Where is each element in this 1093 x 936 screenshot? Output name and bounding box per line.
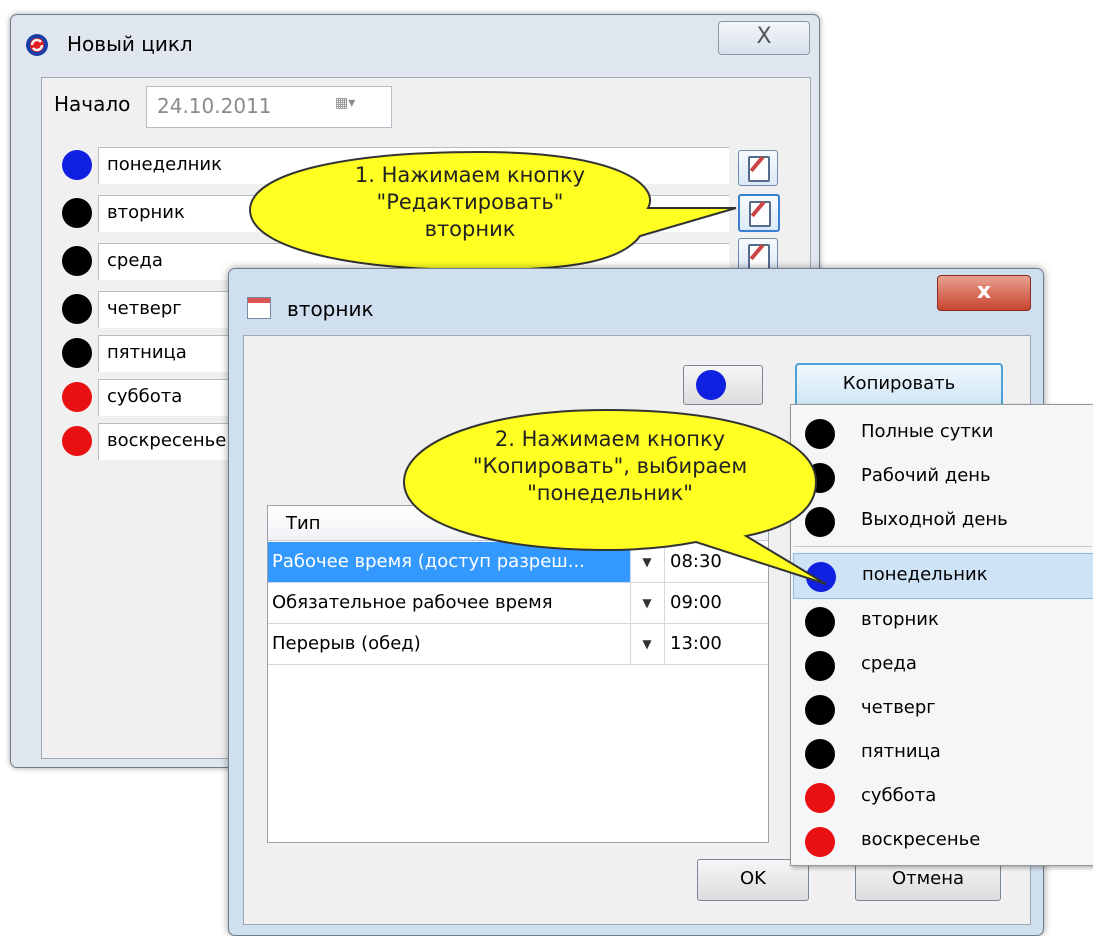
day-label: суббота [107, 386, 183, 407]
table-row[interactable]: Перерыв (обед) ▼ 13:00 [268, 624, 768, 665]
type-cell[interactable]: Перерыв (обед) [268, 624, 631, 664]
type-value: Перерыв (обед) [272, 633, 421, 654]
menu-item-label: суббота [861, 785, 937, 806]
day-label: четверг [107, 298, 182, 319]
day-label: воскресенье [107, 430, 227, 451]
menu-item-label: Рабочий день [861, 465, 991, 486]
app-logo-icon [25, 33, 49, 57]
menu-item-label: среда [861, 653, 917, 674]
callout-step2-text: 2. Нажимаем кнопку "Копировать", выбирае… [430, 426, 790, 507]
column-header-type[interactable]: Тип [286, 513, 320, 534]
day-label: пятница [107, 342, 187, 363]
day-color-dot [62, 246, 92, 276]
callout-line: "Копировать", выбираем [472, 454, 748, 478]
day-label: вторник [107, 202, 185, 223]
callout-line: вторник [424, 217, 516, 241]
menu-color-dot [805, 695, 835, 725]
callout-line: "Редактировать" [376, 190, 564, 214]
menu-color-dot [805, 739, 835, 769]
menu-item-label: четверг [861, 697, 936, 718]
time-value[interactable]: 13:00 [670, 633, 722, 654]
day-label: понеделник [107, 154, 222, 175]
color-picker-button[interactable] [683, 365, 763, 405]
start-label: Начало [54, 92, 131, 116]
callout-step1-text: 1. Нажимаем кнопку "Редактировать" вторн… [270, 162, 670, 243]
callout-line: 2. Нажимаем кнопку [494, 427, 726, 451]
dropdown-arrow-icon[interactable]: ▼ [630, 624, 665, 664]
window-title: Новый цикл [67, 32, 193, 56]
dialog-title: вторник [287, 297, 374, 321]
menu-item-label: вторник [861, 609, 939, 630]
menu-color-dot [805, 783, 835, 813]
menu-item-wednesday[interactable]: среда [793, 643, 1092, 687]
callout-line: "понедельник" [527, 481, 693, 505]
color-swatch [696, 370, 726, 400]
dialog-close-button[interactable]: x [937, 275, 1031, 311]
menu-item-sunday[interactable]: воскресенье [793, 819, 1092, 863]
menu-item-friday[interactable]: пятница [793, 731, 1092, 775]
menu-item-tuesday[interactable]: вторник [793, 599, 1092, 643]
calendar-icon-bar [248, 298, 270, 303]
callout-line: 1. Нажимаем кнопку [354, 163, 586, 187]
day-color-dot [62, 150, 92, 180]
menu-item-label: понедельник [862, 564, 988, 585]
day-color-dot [62, 338, 92, 368]
menu-item-saturday[interactable]: суббота [793, 775, 1092, 819]
day-label: среда [107, 250, 163, 271]
menu-color-dot [805, 651, 835, 681]
start-date-picker[interactable]: 24.10.2011 ▦▾ [146, 86, 392, 128]
calendar-dropdown-icon[interactable]: ▦▾ [335, 95, 379, 119]
menu-color-dot [805, 827, 835, 857]
calendar-icon [247, 297, 271, 319]
menu-item-thursday[interactable]: четверг [793, 687, 1092, 731]
menu-item-label: Выходной день [861, 509, 1008, 530]
start-date-value: 24.10.2011 [157, 94, 272, 118]
day-color-dot [62, 294, 92, 324]
day-color-dot [62, 198, 92, 228]
menu-item-label: Полные сутки [861, 421, 994, 442]
day-color-dot [62, 426, 92, 456]
menu-item-label: пятница [861, 741, 941, 762]
close-button[interactable]: X [718, 21, 810, 55]
copy-button[interactable]: Копировать [795, 363, 1003, 407]
menu-color-dot [805, 607, 835, 637]
menu-item-label: воскресенье [861, 829, 981, 850]
day-color-dot [62, 382, 92, 412]
